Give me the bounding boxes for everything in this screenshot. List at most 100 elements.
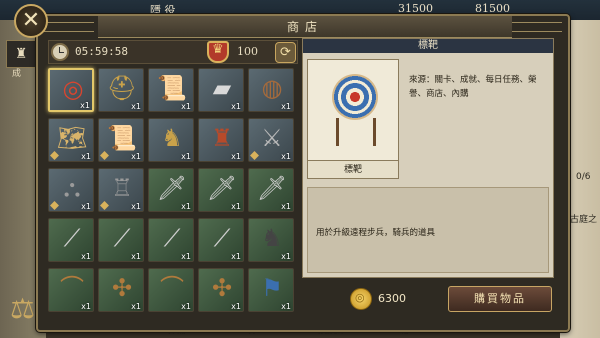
horse-icon: ♞ — [261, 224, 283, 252]
shop-item-slot[interactable]: ⌒ x1 — [148, 268, 194, 312]
shop-item-slot[interactable]: 📜 x1 — [148, 68, 194, 112]
shop-item-slot[interactable]: ⌒ x1 — [48, 268, 94, 312]
crossbow-icon: ✣ — [111, 274, 133, 302]
shop-item-slot[interactable]: 🗡 x1 — [248, 168, 294, 212]
item-quantity: x1 — [81, 152, 91, 161]
catapult-icon: ⛬ — [63, 174, 81, 202]
map-icon: 🗺 — [56, 124, 88, 152]
item-quantity: x1 — [131, 202, 141, 211]
left-side-label: 成 — [12, 69, 22, 79]
shop-item-slot[interactable]: ⟋ x1 — [148, 218, 194, 262]
shop-item-slot[interactable]: ✣ x1 — [198, 268, 244, 312]
item-quantity: x1 — [281, 252, 291, 261]
helmet-icon: ⛑ — [106, 74, 138, 102]
item-quantity: x1 — [231, 252, 241, 261]
item-quantity: x1 — [181, 152, 191, 161]
item-quantity: x1 — [231, 202, 241, 211]
item-quantity: x1 — [231, 152, 241, 161]
item-quantity: x1 — [81, 202, 91, 211]
shop-item-slot[interactable]: ♞ x1 — [148, 118, 194, 162]
shop-item-slot[interactable]: ⚑ x1 — [248, 268, 294, 312]
halberd-icon: ⟋ — [213, 224, 231, 252]
shop-item-slot[interactable]: ⟋ x1 — [48, 218, 94, 262]
description-box: 用於升級遠程步兵，騎兵的道具 — [307, 187, 549, 273]
scroll-icon: 📜 — [157, 74, 187, 102]
item-quantity: x1 — [131, 302, 141, 311]
item-quantity: x1 — [281, 202, 291, 211]
crossbow-icon: ✣ — [211, 274, 233, 302]
buy-button[interactable]: 購買物品 — [448, 286, 552, 312]
crest-icon — [207, 41, 229, 63]
item-quantity: x1 — [81, 252, 91, 261]
soldier-icon: ♞ — [161, 124, 183, 152]
shop-item-slot[interactable]: ⟋ x1 — [98, 218, 144, 262]
right-side-count: 0/6 — [576, 172, 591, 182]
sword-icon: 🗡 — [206, 174, 238, 202]
shop-item-slot[interactable]: ♖ x1 — [98, 168, 144, 212]
target-icon — [332, 74, 378, 120]
item-quantity: x1 — [81, 302, 91, 311]
item-quantity: x1 — [131, 152, 141, 161]
shop-item-slot[interactable]: ⛬ x1 — [48, 168, 94, 212]
warrior-icon: ♜ — [211, 124, 233, 152]
item-quantity: x1 — [281, 102, 291, 111]
shop-item-slot[interactable]: ♞ x1 — [248, 218, 294, 262]
item-quantity: x1 — [181, 252, 191, 261]
item-quantity: x1 — [181, 202, 191, 211]
sword-icon: 🗡 — [156, 174, 188, 202]
right-side-label: 古庭之 — [570, 215, 598, 225]
bow-icon: ⌒ — [160, 274, 184, 302]
trophy-icon[interactable]: ♜ — [6, 40, 36, 68]
close-button[interactable]: ✕ — [14, 4, 48, 38]
shop-item-slot[interactable]: 📜 x1 — [98, 118, 144, 162]
shop-item-slot[interactable]: ⟋ x1 — [198, 218, 244, 262]
item-quantity: x1 — [181, 302, 191, 311]
item-quantity: x1 — [131, 102, 141, 111]
shop-item-slot[interactable]: ◍ x1 — [248, 68, 294, 112]
spear-icon: ⟋ — [63, 224, 81, 252]
drum-icon: ◍ — [261, 74, 283, 102]
spear-icon: ⟋ — [113, 224, 131, 252]
shop-title: 商店 — [98, 16, 512, 38]
refresh-timer-row: 05:59:58 100 ⟳ — [48, 40, 298, 64]
item-quantity: x1 — [181, 102, 191, 111]
item-detail-panel: 標靶 標靶 來源：關卡、成就、每日任務、榮譽、商店、內購 用於升級遠程步兵，騎兵… — [302, 38, 554, 278]
clock-icon — [51, 43, 69, 61]
siege-tower-icon: ♖ — [111, 174, 133, 202]
item-name: 標靶 — [308, 160, 398, 178]
refresh-count: 100 — [237, 45, 258, 58]
detail-header: 標靶 — [303, 39, 553, 53]
item-price: 6300 — [378, 292, 406, 305]
item-quantity: x1 — [281, 302, 291, 311]
shop-item-slot[interactable]: ⚔ x1 — [248, 118, 294, 162]
shop-item-slot[interactable]: ◎ x1 — [48, 68, 94, 112]
shop-item-slot[interactable]: ✣ x1 — [98, 268, 144, 312]
item-preview: 標靶 — [307, 59, 399, 179]
ingot-icon: ▰ — [212, 74, 232, 102]
item-source: 來源：關卡、成就、每日任務、榮譽、商店、內購 — [409, 75, 537, 99]
sword-icon: 🗡 — [256, 174, 288, 202]
bow-icon: ⌒ — [60, 274, 84, 302]
shop-item-slot[interactable]: 🗡 x1 — [148, 168, 194, 212]
title-ornament-left — [44, 22, 94, 32]
shop-item-slot[interactable]: ▰ x1 — [198, 68, 244, 112]
item-quantity: x1 — [231, 302, 241, 311]
scales-icon: ⚖ — [10, 292, 36, 325]
shop-item-slot[interactable]: 🗡 x1 — [198, 168, 244, 212]
item-quantity: x1 — [131, 252, 141, 261]
item-description: 用於升級遠程步兵，騎兵的道具 — [316, 228, 436, 238]
gold-coin-icon — [350, 288, 372, 310]
shop-item-slot[interactable]: 🗺 x1 — [48, 118, 94, 162]
shop-item-slot[interactable]: ⛑ x1 — [98, 68, 144, 112]
item-quantity: x1 — [231, 102, 241, 111]
item-quantity: x1 — [80, 101, 90, 110]
blueprint-icon: 📜 — [107, 124, 137, 152]
refresh-timer: 05:59:58 — [75, 45, 128, 58]
target-stand — [336, 118, 376, 146]
refresh-button[interactable]: ⟳ — [275, 42, 296, 63]
banner-icon: ⚑ — [261, 274, 283, 302]
title-ornament-right — [512, 22, 562, 32]
spikes-icon: ⚔ — [261, 124, 283, 152]
shop-item-slot[interactable]: ♜ x1 — [198, 118, 244, 162]
spear-icon: ⟋ — [163, 224, 181, 252]
